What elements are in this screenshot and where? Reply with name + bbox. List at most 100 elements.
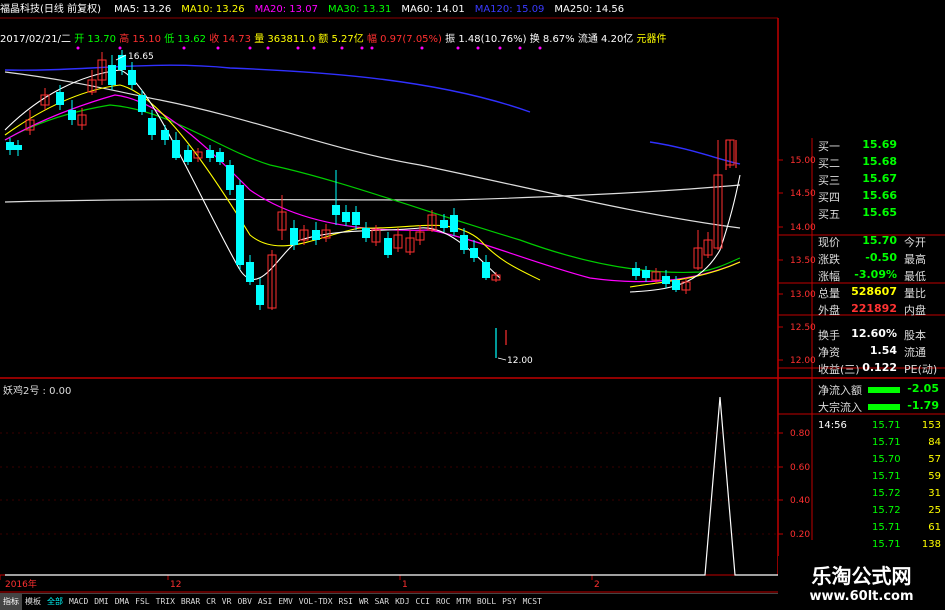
flow-label: 大宗流入 [818, 401, 862, 414]
tick-volume: 84 [928, 437, 941, 448]
stat-value: 528607 [851, 285, 897, 298]
tab-boll[interactable]: BOLL [474, 594, 499, 610]
event-marker [312, 46, 316, 50]
tab-roc[interactable]: ROC [433, 594, 453, 610]
tick-volume: 57 [928, 454, 941, 465]
tab-template[interactable]: 模板 [22, 594, 44, 610]
event-marker [518, 46, 522, 50]
ma-label: MA60: 14.01 [401, 4, 465, 15]
tab-all[interactable]: 全部 [44, 594, 66, 610]
info-close: 收 14.73 [209, 34, 252, 45]
tick-row: 15.70 57 [778, 454, 945, 470]
event-marker [118, 46, 122, 50]
tick-price: 15.71 [872, 539, 901, 550]
bid-label: 买五 [818, 208, 840, 221]
tab-macd[interactable]: MACD [66, 594, 91, 610]
candle-body-down [148, 118, 156, 135]
bid-row: 买三 15.67 [778, 172, 945, 188]
tab-rsi[interactable]: RSI [336, 594, 356, 610]
event-marker [296, 46, 300, 50]
candle-body-down [642, 270, 650, 278]
tab-dma[interactable]: DMA [112, 594, 132, 610]
low-annotation: 12.00 [507, 356, 533, 366]
event-marker [420, 46, 424, 50]
ma-label: MA30: 13.31 [327, 4, 392, 15]
stat-value: 12.60% [851, 327, 897, 340]
flow-label: 净流入额 [818, 384, 862, 397]
stat-row: 现价 15.70 今开 [778, 234, 945, 250]
tick-row: 15.71 59 [778, 471, 945, 487]
candle-body-down [128, 70, 136, 85]
tab-sar[interactable]: SAR [372, 594, 392, 610]
tab-kdj[interactable]: KDJ [392, 594, 412, 610]
tab-mcst[interactable]: MCST [520, 594, 545, 610]
candle-body-down [460, 235, 468, 250]
candle-body-down [6, 142, 14, 150]
tab-wr[interactable]: WR [356, 594, 372, 610]
tab-asi[interactable]: ASI [255, 594, 275, 610]
stat-label2: 内盘 [904, 304, 926, 317]
time-tick-label: 12 [170, 580, 181, 590]
stat-value: 1.54 [869, 344, 897, 357]
stat-label2: 流通 [904, 346, 926, 359]
tab-dmi[interactable]: DMI [91, 594, 111, 610]
watermark-title: 乐淘公式网 [811, 564, 912, 588]
tab-cr[interactable]: CR [203, 594, 219, 610]
tab-obv[interactable]: OBV [234, 594, 254, 610]
stat-label: 涨幅 [818, 270, 840, 283]
tab-cci[interactable]: CCI [413, 594, 433, 610]
candle-body-down [256, 285, 264, 305]
tab-psy[interactable]: PSY [499, 594, 519, 610]
flow-bar [868, 387, 900, 393]
bid-price: 15.65 [862, 206, 897, 219]
candle-body-down [108, 65, 116, 85]
tick-row: 15.71 138 [778, 539, 945, 555]
bid-label: 买二 [818, 157, 840, 170]
stat-row: 收益(三) 0.122 PE(动) [778, 361, 945, 377]
indicator-label: 妖鸡2号 : 0.00 [3, 386, 72, 397]
stat-value: 15.70 [862, 234, 897, 247]
tick-volume: 138 [921, 539, 941, 550]
ma20-line [4, 94, 741, 283]
stat-label: 现价 [818, 236, 840, 249]
candle-body-down [14, 145, 22, 150]
info-turnover: 换 8.67% [529, 34, 575, 45]
bid-price: 15.68 [862, 155, 897, 168]
tick-row: 15.72 31 [778, 488, 945, 504]
tick-row: 15.72 25 [778, 505, 945, 521]
bid-row: 买四 15.66 [778, 189, 945, 205]
stat-value: -0.50 [865, 251, 897, 264]
info-date: 2017/02/21/二 [0, 34, 72, 45]
tick-price: 15.72 [872, 488, 901, 499]
candle-body-down [332, 205, 340, 215]
flow-row: 大宗流入 -1.79 [778, 399, 945, 415]
stat-label2: 股本 [904, 329, 926, 342]
bid-label: 买四 [818, 191, 840, 204]
candle-body-down [290, 228, 298, 245]
stat-label: 净资 [818, 346, 840, 359]
tab-fsl[interactable]: FSL [132, 594, 152, 610]
candle-body-down [440, 220, 448, 228]
event-marker [360, 46, 364, 50]
candle-body-down [362, 228, 370, 238]
tick-volume: 153 [921, 420, 941, 431]
price-tick-label: 14.00 [790, 223, 816, 233]
candle-body-down [384, 238, 392, 255]
ma-label: MA10: 13.26 [181, 4, 245, 15]
tick-price: 15.71 [872, 437, 901, 448]
tab-vr[interactable]: VR [219, 594, 235, 610]
tick-price: 15.70 [872, 454, 901, 465]
info-float-cap: 流通 4.20亿 [577, 34, 634, 45]
candle-body-down [246, 262, 254, 282]
candle-body-down [161, 130, 169, 140]
tab-trix[interactable]: TRIX [153, 594, 178, 610]
tab-emv[interactable]: EMV [275, 594, 295, 610]
tab-mtm[interactable]: MTM [453, 594, 473, 610]
candle-body-down [342, 212, 350, 222]
event-marker [370, 46, 374, 50]
stat-value: -3.09% [854, 268, 897, 281]
tab-brar[interactable]: BRAR [178, 594, 203, 610]
tab-vol-tdx[interactable]: VOL-TDX [296, 594, 336, 610]
tab-indicator[interactable]: 指标 [0, 594, 22, 610]
stat-row: 换手 12.60% 股本 [778, 327, 945, 343]
